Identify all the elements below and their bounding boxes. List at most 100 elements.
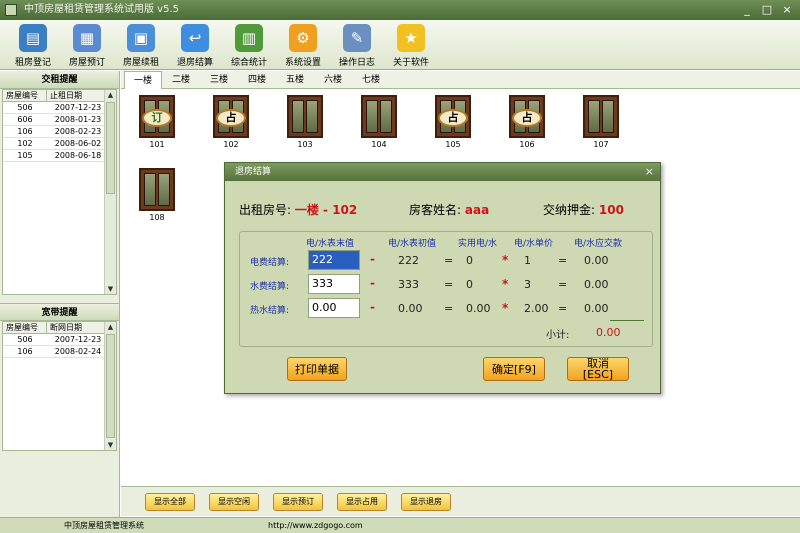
toolbar-book-button[interactable]: ▥ 综合统计 [222, 20, 276, 70]
maximize-button[interactable]: □ [760, 3, 774, 17]
col-room-number[interactable]: 房屋编号 [3, 322, 47, 333]
door-icon [361, 95, 397, 138]
times-sign: * [502, 301, 509, 315]
room-102[interactable]: 占 102 [201, 95, 261, 149]
toolbar-register-button[interactable]: ▤ 租房登记 [6, 20, 60, 70]
toolbar: ▤ 租房登记 ▦ 房屋预订 ▣ 房屋续租 ↩ 退房结算 ▥ 综合统计 ⚙ 系统设置 ✎ 操作日志 ★ 关于软件 [0, 20, 800, 70]
rent-scrollbar[interactable]: ▲ ▼ [104, 90, 116, 294]
cell-end-date: 2008-02-23 [54, 127, 102, 136]
door-pane [144, 173, 156, 206]
electricity-meter-end-input[interactable]: 222 [308, 250, 360, 270]
table-row[interactable]: 506 2007-12-23 [3, 102, 116, 114]
deposit-label: 交纳押金: [543, 203, 596, 217]
toolbar-star-button[interactable]: ★ 关于软件 [384, 20, 438, 70]
rent-reminder-title: 交租提醒 [0, 71, 119, 89]
gear-icon: ⚙ [289, 24, 317, 52]
hot-water-meter-start: 0.00 [398, 302, 423, 315]
door-icon [583, 95, 619, 138]
toolbar-calendar-button[interactable]: ▦ 房屋预订 [60, 20, 114, 70]
door-icon: 占 [213, 95, 249, 138]
tab-floor-2[interactable]: 二楼 [162, 71, 200, 89]
toolbar-label: 租房登记 [14, 58, 51, 68]
door-icon [287, 95, 323, 138]
cell-room-number: 506 [17, 335, 33, 344]
cell-room-number: 105 [17, 151, 33, 160]
table-row[interactable]: 102 2008-06-02 [3, 138, 116, 150]
room-103[interactable]: 103 [275, 95, 335, 149]
title-bar: 中顶房屋租赁管理系统试用版 v5.5 _ □ × [0, 0, 800, 20]
table-row[interactable]: 606 2008-01-23 [3, 114, 116, 126]
tab-floor-6[interactable]: 六楼 [314, 71, 352, 89]
header-meter-end: 电/水表末值 [306, 239, 355, 249]
filter-button-3[interactable]: 显示预订 [273, 492, 323, 511]
table-row[interactable]: 506 2007-12-23 [3, 334, 116, 346]
col-end-date[interactable]: 止租日期 [47, 90, 109, 101]
table-row[interactable]: 106 2008-02-24 [3, 346, 116, 358]
water-unit-price: 3 [524, 278, 531, 291]
tab-floor-4[interactable]: 四楼 [238, 71, 276, 89]
cancel-button[interactable]: 取消 [ESC] [567, 357, 629, 381]
status-url[interactable]: http://www.zdgogo.com [268, 518, 363, 533]
door-icon: 订 [139, 95, 175, 138]
electricity-amount-due: 0.00 [584, 254, 609, 267]
table-row[interactable]: 105 2008-06-18 [3, 150, 116, 162]
broadband-scrollbar[interactable]: ▲ ▼ [104, 322, 116, 450]
tab-floor-1[interactable]: 一楼 [124, 71, 162, 89]
room-number: 108 [149, 213, 165, 222]
toolbar-document-button[interactable]: ✎ 操作日志 [330, 20, 384, 70]
filter-button-5[interactable]: 显示退房 [401, 492, 451, 511]
toolbar-label: 房屋预订 [68, 58, 105, 68]
room-status-sign: 占 [438, 109, 468, 127]
dialog-close-icon[interactable]: × [645, 163, 654, 181]
times-sign: * [502, 253, 509, 267]
guest-label: 房客姓名: [409, 203, 462, 217]
confirm-button[interactable]: 确定[F9] [483, 357, 545, 381]
cell-room-number: 506 [17, 103, 33, 112]
room-107[interactable]: 107 [571, 95, 631, 149]
col-disconnect-date[interactable]: 断网日期 [47, 322, 109, 333]
rent-reminder-grid: 房屋编号 止租日期 506 2007-12-23 606 2008-01-23 106 2… [2, 89, 117, 295]
filter-button-2[interactable]: 显示空闲 [209, 492, 259, 511]
toolbar-gear-button[interactable]: ⚙ 系统设置 [276, 20, 330, 70]
equals-sign: = [444, 302, 454, 315]
filter-button-4[interactable]: 显示占用 [337, 492, 387, 511]
guest-value: aaa [464, 203, 490, 217]
table-row[interactable]: 106 2008-02-23 [3, 126, 116, 138]
col-room-number[interactable]: 房屋编号 [3, 90, 47, 101]
door-pane [292, 100, 304, 133]
room-105[interactable]: 占 105 [423, 95, 483, 149]
tab-floor-3[interactable]: 三楼 [200, 71, 238, 89]
tab-floor-7[interactable]: 七楼 [352, 71, 390, 89]
scroll-down-arrow-icon[interactable]: ▼ [105, 440, 116, 450]
hot-water-used: 0.00 [466, 302, 491, 315]
room-number: 103 [297, 140, 313, 149]
filter-button-1[interactable]: 显示全部 [145, 492, 195, 511]
close-button[interactable]: × [780, 3, 794, 17]
door-icon: 占 [435, 95, 471, 138]
scroll-up-arrow-icon[interactable]: ▲ [105, 322, 116, 332]
room-number: 106 [519, 140, 535, 149]
header-meter-start: 电/水表初值 [388, 239, 437, 249]
header-unit-price: 电/水单价 [514, 239, 554, 249]
toolbar-label: 操作日志 [338, 58, 375, 68]
scroll-down-arrow-icon[interactable]: ▼ [105, 284, 116, 294]
star-icon: ★ [397, 24, 425, 52]
scroll-up-arrow-icon[interactable]: ▲ [105, 90, 116, 100]
hot-water-meter-end-input[interactable]: 0.00 [308, 298, 360, 318]
water-amount-due: 0.00 [584, 278, 609, 291]
print-receipt-button[interactable]: 打印单据 [287, 357, 347, 381]
tab-floor-5[interactable]: 五楼 [276, 71, 314, 89]
water-meter-end-input[interactable]: 333 [308, 274, 360, 294]
minimize-button[interactable]: _ [740, 3, 754, 17]
water-used: 0 [466, 278, 473, 291]
room-104[interactable]: 104 [349, 95, 409, 149]
toolbar-return-arrow-button[interactable]: ↩ 退房结算 [168, 20, 222, 70]
cell-room-number: 606 [17, 115, 33, 124]
room-108[interactable]: 108 [127, 168, 187, 222]
cell-disconnect-date: 2008-02-24 [54, 347, 102, 356]
room-101[interactable]: 订 101 [127, 95, 187, 149]
cell-room-number: 106 [17, 347, 33, 356]
room-106[interactable]: 占 106 [497, 95, 557, 149]
electricity-meter-start: 222 [398, 254, 419, 267]
toolbar-renew-button[interactable]: ▣ 房屋续租 [114, 20, 168, 70]
